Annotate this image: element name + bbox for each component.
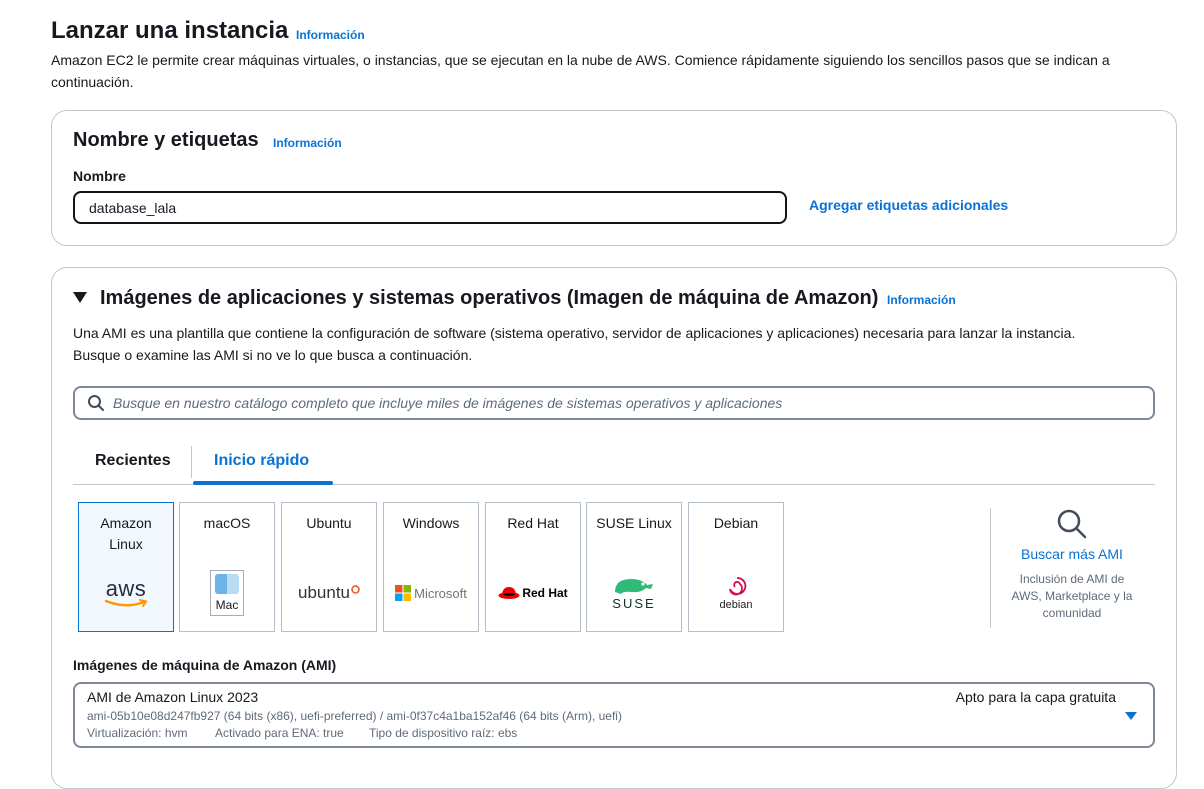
tile-debian[interactable]: Debian debian xyxy=(688,502,784,632)
ami-search-input[interactable]: Busque en nuestro catálogo completo que … xyxy=(73,386,1155,420)
ami-section-title[interactable]: Imágenes de aplicaciones y sistemas oper… xyxy=(100,287,878,310)
add-tags-link[interactable]: Agregar etiquetas adicionales xyxy=(809,197,1008,213)
tile-suse-label: SUSE Linux xyxy=(596,515,672,531)
search-icon xyxy=(88,395,104,411)
ami-description-2: Busque o examine las AMI si no ve lo que… xyxy=(73,347,473,363)
tab-recientes[interactable]: Recientes xyxy=(95,452,171,470)
tile-red-hat[interactable]: Red Hat Red Hat xyxy=(485,502,581,632)
suse-logo-text: SUSE xyxy=(612,595,656,611)
ami-root-device: Tipo de dispositivo raíz: ebs xyxy=(369,726,518,740)
ami-select[interactable]: AMI de Amazon Linux 2023 ami-05b10e08d24… xyxy=(73,682,1155,748)
tile-suse-linux[interactable]: SUSE Linux SUSE xyxy=(586,502,682,632)
search-placeholder: Busque en nuestro catálogo completo que … xyxy=(113,395,783,411)
microsoft-logo-text: Microsoft xyxy=(414,585,467,601)
browse-more-amis[interactable]: Buscar más AMI Inclusión de AMI de AWS, … xyxy=(1002,508,1142,622)
tab-inicio-rapido[interactable]: Inicio rápido xyxy=(214,452,309,470)
page-description: Amazon EC2 le permite crear máquinas vir… xyxy=(51,52,1110,90)
search-more-icon xyxy=(1057,509,1087,539)
ami-selected-name: AMI de Amazon Linux 2023 xyxy=(87,689,259,705)
tab-active-indicator xyxy=(193,481,333,485)
mac-logo-text: Mac xyxy=(215,598,239,612)
tab-divider xyxy=(191,446,192,478)
ami-panel: Imágenes de aplicaciones y sistemas oper… xyxy=(51,267,1177,789)
dropdown-caret-icon xyxy=(1125,712,1137,720)
redhat-logo-text: Red Hat xyxy=(522,586,568,600)
ami-description-1: Una AMI es una plantilla que contiene la… xyxy=(73,325,1076,341)
name-field-label: Nombre xyxy=(73,168,126,184)
name-tags-panel: Nombre y etiquetas Información Nombre da… xyxy=(51,110,1177,246)
ubuntu-logo-icon: ubuntu xyxy=(282,569,376,617)
browse-more-desc-2: AWS, Marketplace y la xyxy=(1011,589,1133,603)
browse-more-desc-1: Inclusión de AMI de xyxy=(1019,572,1125,586)
tile-ubuntu[interactable]: Ubuntu ubuntu xyxy=(281,502,377,632)
aws-logo-icon: aws xyxy=(79,569,173,617)
microsoft-logo-icon: Microsoft xyxy=(384,569,478,617)
browse-more-desc-3: comunidad xyxy=(1042,606,1102,620)
name-input-value: database_lala xyxy=(89,199,177,216)
redhat-logo-icon: Red Hat xyxy=(486,569,580,617)
suse-logo-icon: SUSE xyxy=(587,569,681,617)
page-title: Lanzar una instancia xyxy=(51,17,289,44)
ami-virtualization: Virtualización: hvm xyxy=(87,726,188,740)
ami-selected-ids: ami-05b10e08d247fb927 (64 bits (x86), ue… xyxy=(87,709,622,723)
name-tags-info-link[interactable]: Información xyxy=(273,136,342,150)
page-info-link[interactable]: Información xyxy=(296,28,365,42)
tile-amazon-linux[interactable]: Amazon Linux aws xyxy=(78,502,174,632)
name-input[interactable]: database_lala xyxy=(73,191,787,224)
tile-windows[interactable]: Windows Microsoft xyxy=(383,502,479,632)
tile-windows-label: Windows xyxy=(402,515,460,531)
tile-ubuntu-label: Ubuntu xyxy=(306,515,352,531)
tile-debian-label: Debian xyxy=(713,515,759,531)
ami-info-link[interactable]: Información xyxy=(887,293,956,307)
ami-select-label: Imágenes de máquina de Amazon (AMI) xyxy=(73,657,337,673)
tile-macos[interactable]: macOS Mac xyxy=(179,502,275,632)
browse-more-label[interactable]: Buscar más AMI xyxy=(1002,546,1142,562)
collapse-caret-icon[interactable] xyxy=(73,292,87,303)
ubuntu-logo-text: ubuntu xyxy=(298,583,350,602)
mac-logo-icon: Mac xyxy=(180,569,274,617)
tile-amazon-linux-label-1: Amazon xyxy=(100,515,152,531)
debian-logo-text: debian xyxy=(719,599,753,611)
free-tier-badge: Apto para la capa gratuita xyxy=(955,689,1116,705)
tile-amazon-linux-label-2: Linux xyxy=(109,536,143,552)
ami-ena: Activado para ENA: true xyxy=(215,726,344,740)
browse-divider xyxy=(990,508,991,628)
aws-logo-text: aws xyxy=(105,575,147,601)
tile-red-hat-label: Red Hat xyxy=(507,515,559,531)
name-tags-title: Nombre y etiquetas xyxy=(73,129,259,151)
debian-logo-icon: debian xyxy=(689,569,783,617)
tile-macos-label: macOS xyxy=(203,515,251,531)
